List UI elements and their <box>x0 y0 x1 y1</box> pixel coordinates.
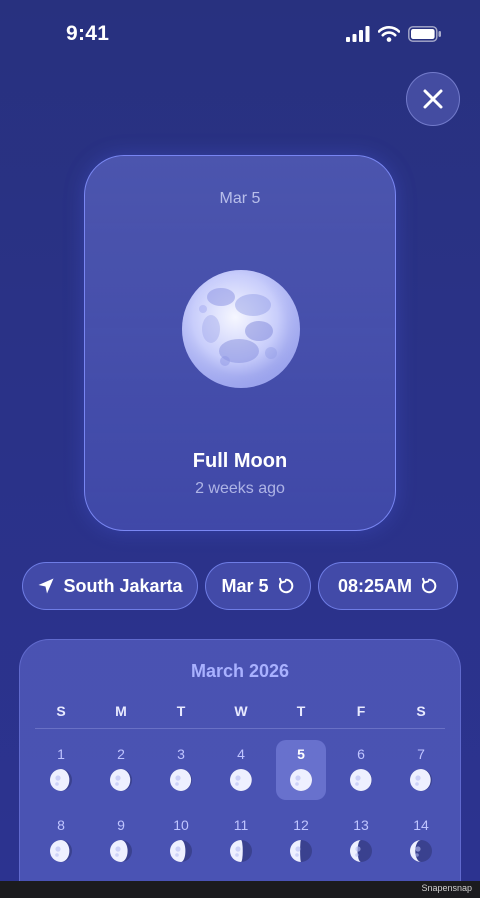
calendar-day-number: 14 <box>413 817 429 833</box>
calendar-day-number: 13 <box>353 817 369 833</box>
moon-phase-icon <box>50 769 72 791</box>
calendar-day[interactable]: 1 <box>36 740 86 800</box>
weekday-label: S <box>416 703 426 719</box>
calendar-day-number: 6 <box>357 746 365 762</box>
moon-phase-icon <box>290 769 312 791</box>
watermark-text: Snapensnap <box>421 883 472 893</box>
calendar-day-selected[interactable]: 5 <box>276 740 326 800</box>
calendar-day[interactable]: 6 <box>336 740 386 800</box>
moon-phase-icon <box>170 840 192 862</box>
moon-phase-icon <box>170 769 192 791</box>
calendar-day[interactable]: 12 <box>276 811 326 871</box>
calendar-day-number: 11 <box>233 817 249 833</box>
calendar-day-number: 4 <box>237 746 245 762</box>
status-bar: 9:41 <box>0 0 480 70</box>
calendar-day-number: 2 <box>117 746 125 762</box>
time-chip[interactable]: 08:25AM <box>318 562 458 610</box>
calendar-day[interactable]: 10 <box>156 811 206 871</box>
reset-date-icon <box>278 577 293 594</box>
weekday-label: W <box>234 703 248 719</box>
location-chip[interactable]: South Jakarta <box>22 562 198 610</box>
moon-phase-card: Mar 5 Full Moon 2 weeks ago <box>84 155 396 531</box>
weekday-label: S <box>56 703 66 719</box>
wifi-icon <box>378 26 400 42</box>
location-arrow-icon <box>38 578 54 594</box>
calendar-divider <box>35 728 445 729</box>
moon-phase-icon <box>350 769 372 791</box>
calendar-day-number: 7 <box>417 746 425 762</box>
calendar-day-number: 5 <box>297 746 305 762</box>
reset-time-icon <box>421 577 437 594</box>
calendar-day[interactable]: 7 <box>396 740 446 800</box>
status-icons <box>346 26 442 42</box>
moon-phase-icon <box>410 840 432 862</box>
moon-phase-icon <box>350 840 372 862</box>
calendar-day-number: 12 <box>293 817 309 833</box>
calendar-day[interactable]: 2 <box>96 740 146 800</box>
status-time: 9:41 <box>66 22 110 45</box>
calendar-day[interactable]: 3 <box>156 740 206 800</box>
weekday-label: M <box>115 703 127 719</box>
date-chip[interactable]: Mar 5 <box>205 562 311 610</box>
calendar-panel: March 2026 S M T W T F S 1 2 3 4 5 6 7 8 9 10 11 12… <box>19 639 461 898</box>
moon-phase-icon <box>230 840 252 862</box>
moon-phase-icon <box>50 840 72 862</box>
time-chip-label: 08:25AM <box>337 575 413 596</box>
moon-phase-icon <box>410 769 432 791</box>
calendar-month-label: March 2026 <box>190 661 290 681</box>
calendar-day[interactable]: 13 <box>336 811 386 871</box>
calendar-day[interactable]: 9 <box>96 811 146 871</box>
phase-name: Full Moon <box>192 450 288 472</box>
calendar-day-number: 1 <box>57 746 65 762</box>
calendar-day-number: 3 <box>177 746 185 762</box>
close-icon <box>423 89 443 109</box>
calendar-day[interactable]: 4 <box>216 740 266 800</box>
weekday-label: F <box>356 703 366 719</box>
moon-phase-icon <box>230 769 252 791</box>
moon-phase-icon <box>110 840 132 862</box>
moon-phase-icon <box>290 840 312 862</box>
moon-phase-icon <box>110 769 132 791</box>
calendar-day-number: 10 <box>173 817 189 833</box>
close-button[interactable] <box>406 72 460 126</box>
calendar-day[interactable]: 8 <box>36 811 86 871</box>
card-date: Mar 5 <box>219 190 261 207</box>
phase-relative-time: 2 weeks ago <box>195 480 285 497</box>
location-label: South Jakarta <box>63 575 183 596</box>
calendar-day[interactable]: 14 <box>396 811 446 871</box>
calendar-day-number: 8 <box>57 817 65 833</box>
weekday-label: T <box>296 703 306 719</box>
battery-icon <box>408 26 441 42</box>
calendar-day-number: 9 <box>117 817 125 833</box>
calendar-day[interactable]: 11 <box>216 811 266 871</box>
footer-bar: Snapensnap <box>0 881 480 898</box>
weekday-label: T <box>176 703 186 719</box>
date-chip-label: Mar 5 <box>221 575 269 596</box>
cellular-signal-icon <box>346 26 370 42</box>
full-moon-icon <box>182 270 300 388</box>
